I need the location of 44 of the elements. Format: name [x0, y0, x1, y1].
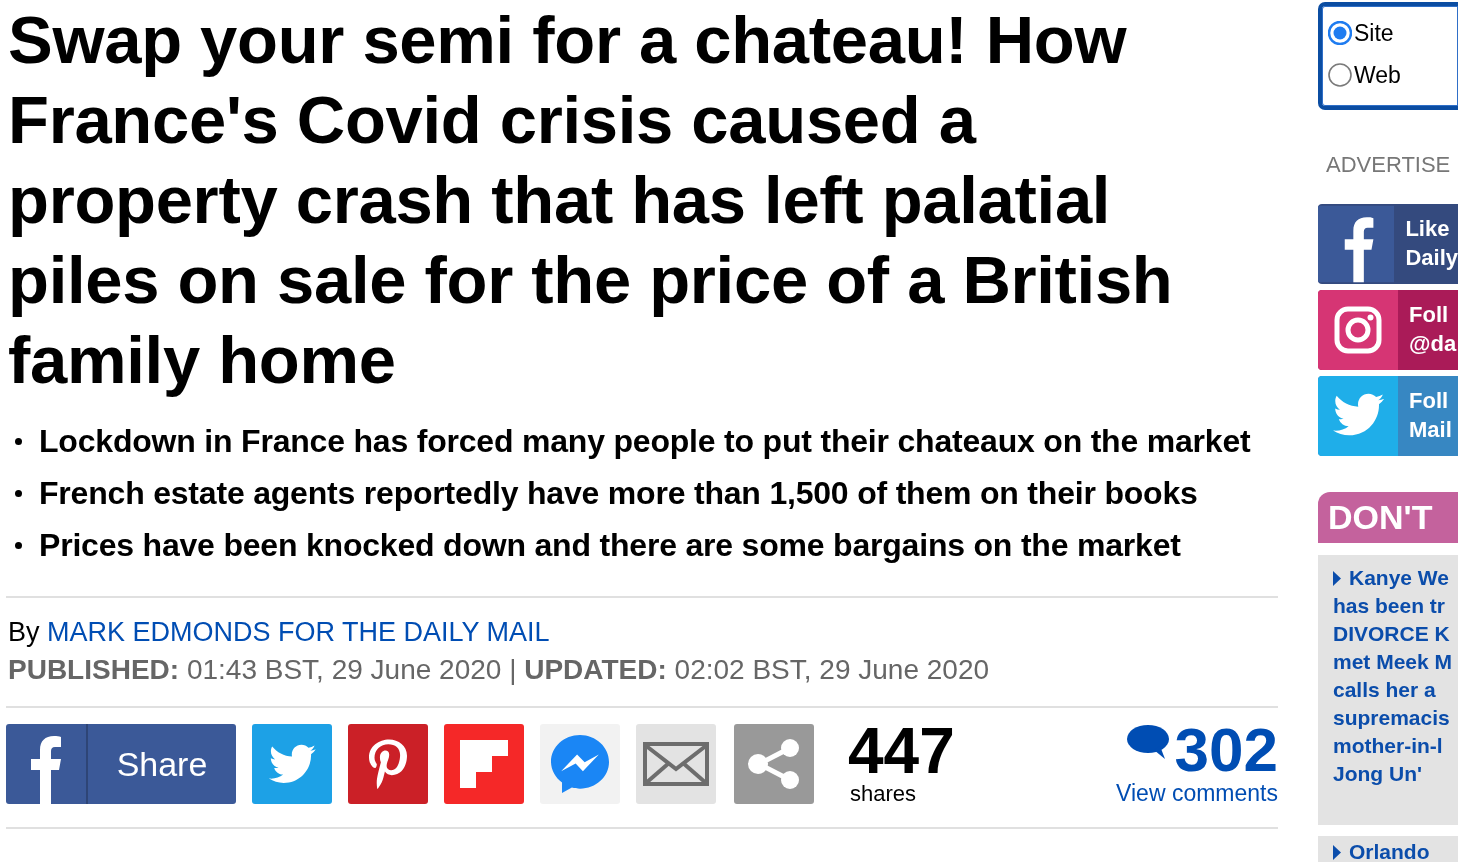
- author-link[interactable]: MARK EDMONDS FOR THE DAILY MAIL: [47, 617, 550, 647]
- bullet-text: Lockdown in France has forced many people to put their chateaux on the market: [39, 422, 1251, 460]
- social-follow-button[interactable]: Like Daily: [1318, 204, 1458, 284]
- bullet-icon: [15, 437, 22, 445]
- facebook-share-button[interactable]: Share: [6, 724, 236, 804]
- p-logo-icon: [369, 738, 407, 790]
- pinterest-share-button[interactable]: [348, 724, 428, 804]
- f-logo-icon: [1318, 204, 1395, 284]
- section-heading: DON'T: [1318, 492, 1458, 543]
- triangle-icon: [1333, 845, 1341, 860]
- share-icon: [746, 738, 802, 790]
- square-blocks-icon: [460, 740, 508, 788]
- story-link[interactable]: Kanye We has been tr DIVORCE K met Meek M calls her a supremacis mother-in-l Jong Un': [1333, 564, 1453, 788]
- bullet-text: Prices have been knocked down and there are some bargains on the market: [39, 526, 1181, 564]
- triangle-icon: [1333, 571, 1341, 586]
- bullet-icon: [15, 489, 22, 497]
- social-follow-button[interactable]: Foll Mail: [1318, 376, 1458, 456]
- bird-icon: [1318, 376, 1398, 456]
- social-follow-button[interactable]: Foll @da: [1318, 290, 1458, 370]
- more-share-button[interactable]: [734, 724, 814, 804]
- messenger-share-button[interactable]: [540, 724, 620, 804]
- camera-icon: [1318, 290, 1398, 370]
- radio-button[interactable]: [1328, 21, 1352, 45]
- envelope-icon: [643, 742, 709, 786]
- share-count: 447: [848, 721, 955, 781]
- share-count-label: shares: [850, 781, 917, 807]
- advert-label: ADVERTISE: [1325, 151, 1452, 179]
- f-logo-icon: [31, 736, 61, 804]
- radio-label[interactable]: Web: [1354, 61, 1401, 89]
- bullet-icon: [15, 541, 22, 549]
- story-link[interactable]: Orlando: [1333, 841, 1430, 862]
- comment-count: 302: [1174, 721, 1278, 779]
- speech-bubble-icon: [1126, 725, 1171, 759]
- bullet-text: French estate agents reportedly have more than 1,500 of them on their books: [39, 474, 1198, 512]
- view-comments-link[interactable]: View comments: [1116, 779, 1278, 807]
- twitter-share-button[interactable]: [252, 724, 332, 804]
- chat-bubble-bolt-icon: [551, 735, 609, 793]
- headline: Swap your semi for a chateau! How France's Covid crisis caused a property crash that has left palatial piles on sale for the price of a British family home: [7, 1, 1174, 399]
- byline-prefix: By: [8, 617, 40, 647]
- dateline: PUBLISHED: 01:43 BST, 29 June 2020 | UPDATED: 02:02 BST, 29 June 2020: [7, 653, 991, 687]
- email-share-button[interactable]: [636, 724, 716, 804]
- radio-button[interactable]: [1328, 63, 1352, 87]
- radio-label[interactable]: Site: [1354, 19, 1394, 47]
- flipboard-share-button[interactable]: [444, 724, 524, 804]
